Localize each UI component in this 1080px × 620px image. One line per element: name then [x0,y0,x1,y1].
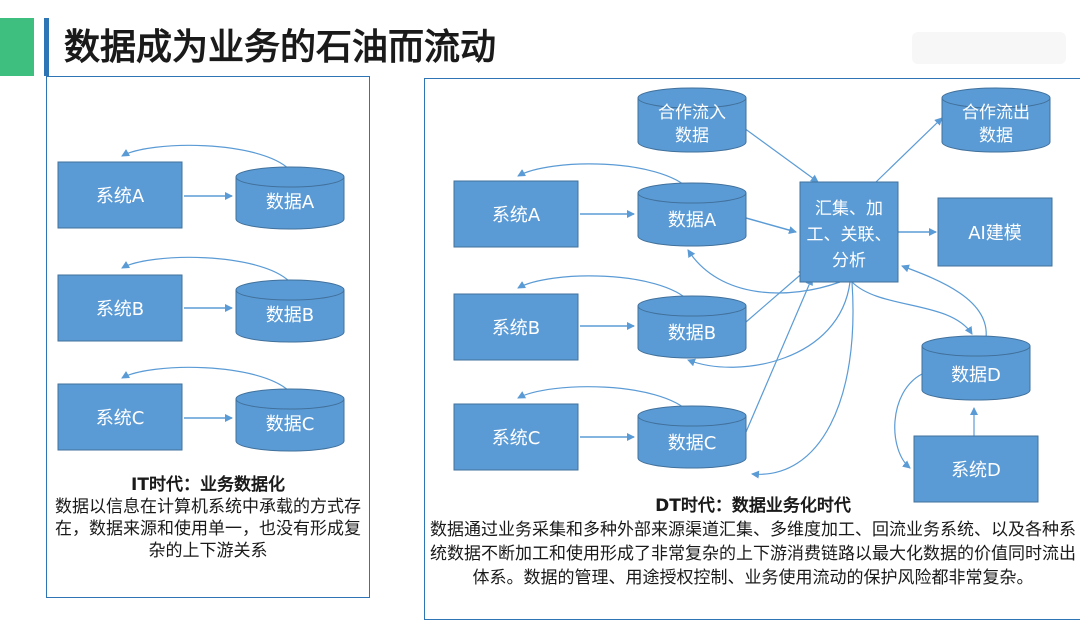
right-system-a-label: 系统A [492,205,541,226]
left-row-a: 系统A 数据A [57,144,345,230]
right-arrows [517,117,987,479]
arrow-dataD-hub [901,264,987,339]
it-era-caption-title: IT时代：业务数据化 [131,475,285,495]
coop-in-label-1: 合作流入 [658,103,726,123]
hub-aggregate-process: 汇集、加 工、关联、 分析 [799,181,899,283]
coop-in-label-2: 数据 [675,126,709,146]
arrow-dataC-hub [745,277,813,433]
left-row-c: 系统C 数据C [57,366,345,452]
right-data-d-label: 数据D [951,365,1001,386]
left-system-a: 系统A [57,161,183,229]
left-data-b: 数据B [235,279,345,343]
left-data-b-label: 数据B [266,305,314,326]
right-data-a-label: 数据A [668,210,717,231]
arrow-hub-coopout [875,117,943,183]
right-coop-in: 合作流入 数据 [637,87,747,153]
right-data-c-label: 数据C [668,433,717,454]
dt-era-caption-title: DT时代：数据业务化时代 [655,496,851,516]
left-system-c: 系统C [57,383,183,451]
right-system-a: 系统A [453,180,579,248]
hub-label-1: 汇集、加 [815,199,883,219]
it-era-caption: IT时代：业务数据化 数据以信息在计算机系统中承载的方式存在，数据来源和使用单一… [50,474,366,562]
right-system-d: 系统D [913,435,1039,503]
hub-label-2: 工、关联、 [807,225,892,245]
right-data-b-label: 数据B [668,323,716,344]
left-system-c-label: 系统C [96,408,145,429]
left-data-a-label: 数据A [266,192,315,213]
right-system-b: 系统B [453,293,579,361]
right-system-b-label: 系统B [492,318,540,339]
right-data-a: 数据A [637,182,747,247]
left-row-b: 系统B 数据B [57,256,345,343]
left-data-c: 数据C [235,388,345,452]
ai-modeling: AI建模 [937,197,1053,267]
arrow-hub-dataC [751,281,854,479]
right-system-d-label: 系统D [951,460,1001,481]
left-system-b-label: 系统B [96,299,144,320]
arrow-coopin-hub [743,127,819,183]
ai-label: AI建模 [968,223,1022,244]
arrow-dataA-hub [745,217,797,234]
right-data-b: 数据B [637,295,747,359]
right-system-c-label: 系统C [492,428,541,449]
right-system-c: 系统C [453,403,579,471]
left-data-a: 数据A [235,166,345,230]
right-data-c: 数据C [637,405,747,469]
left-system-a-label: 系统A [96,186,145,207]
right-coop-out: 合作流出 数据 [941,87,1051,153]
right-data-d: 数据D [921,335,1031,401]
dt-era-caption: DT时代：数据业务化时代 数据通过业务采集和多种外部来源渠道汇集、多维度加工、回… [430,494,1076,590]
hub-label-3: 分析 [832,251,866,271]
left-system-b: 系统B [57,274,183,342]
left-data-c-label: 数据C [266,414,315,435]
dt-era-caption-body: 数据通过业务采集和多种外部来源渠道汇集、多维度加工、回流业务系统、以及各种系统数… [430,520,1076,588]
coop-out-label-2: 数据 [979,126,1013,146]
it-era-caption-body: 数据以信息在计算机系统中承载的方式存在，数据来源和使用单一，也没有形成复杂的上下… [55,497,361,561]
coop-out-label-1: 合作流出 [962,103,1030,123]
